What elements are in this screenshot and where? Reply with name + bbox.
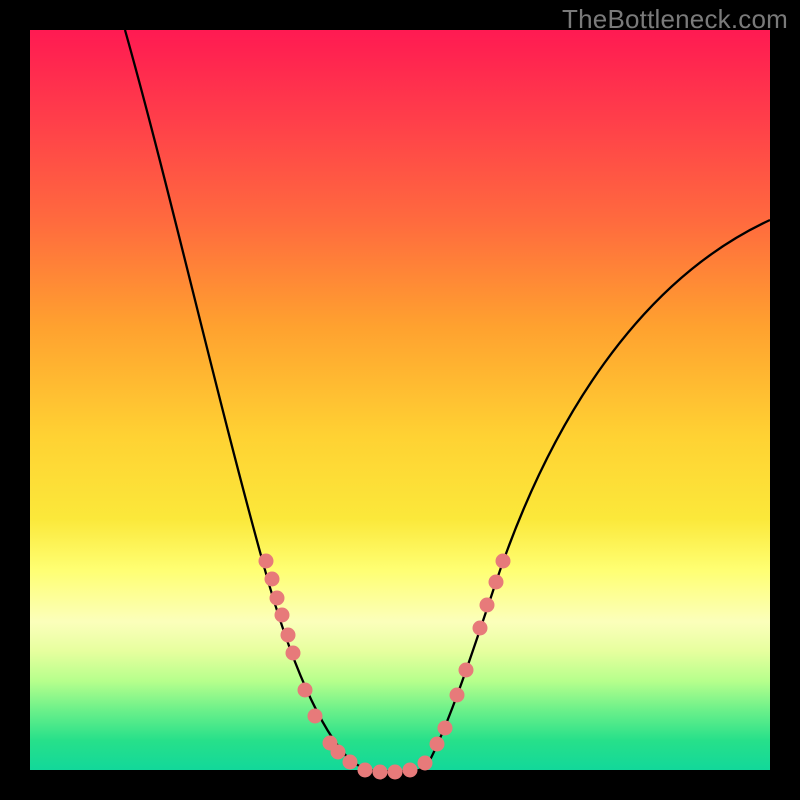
data-dot (259, 554, 274, 569)
chart-frame: TheBottleneck.com (0, 0, 800, 800)
data-dot (450, 688, 465, 703)
watermark-label: TheBottleneck.com (562, 4, 788, 35)
bottleneck-curve (125, 30, 770, 772)
data-dot (275, 608, 290, 623)
data-dot (331, 745, 346, 760)
data-dot (473, 621, 488, 636)
data-dot (308, 709, 323, 724)
data-dot (418, 756, 433, 771)
data-dot (388, 765, 403, 780)
data-dot (496, 554, 511, 569)
data-dot (459, 663, 474, 678)
data-dot (430, 737, 445, 752)
data-dot (270, 591, 285, 606)
data-dot (286, 646, 301, 661)
chart-svg (30, 30, 770, 770)
data-dot (480, 598, 495, 613)
data-dot (358, 763, 373, 778)
data-dot (298, 683, 313, 698)
data-dot (373, 765, 388, 780)
data-dot (489, 575, 504, 590)
data-dot (265, 572, 280, 587)
data-dot (438, 721, 453, 736)
data-dot (403, 763, 418, 778)
chart-plot-area (30, 30, 770, 770)
data-dot (281, 628, 296, 643)
data-dot (343, 755, 358, 770)
